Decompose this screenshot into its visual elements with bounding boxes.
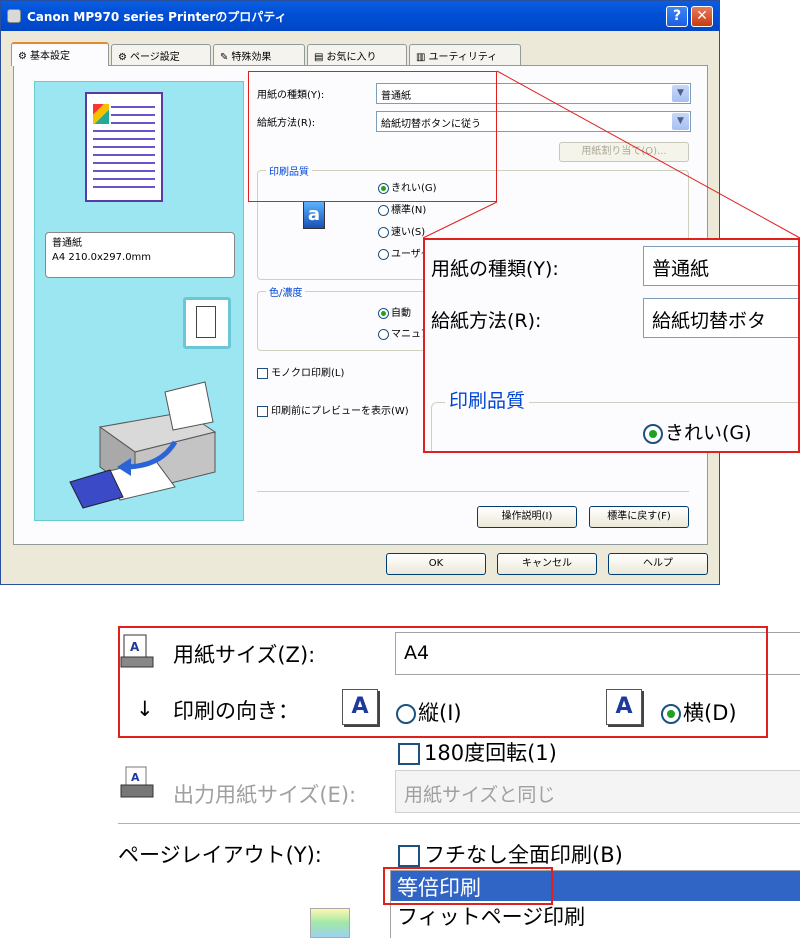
output-size-select[interactable]: 用紙サイズと同じ bbox=[395, 770, 800, 813]
checkbox-icon bbox=[398, 743, 420, 765]
highlight-box bbox=[383, 867, 553, 905]
borderless-checkbox[interactable]: フチなし全面印刷(B) bbox=[398, 839, 623, 869]
divider bbox=[118, 823, 800, 824]
checkbox-icon bbox=[398, 845, 420, 867]
checkbox-label: フチなし全面印刷(B) bbox=[424, 843, 623, 867]
zoom-paper-source-label: 給紙方法(R): bbox=[431, 310, 542, 332]
zoom-media-type-select[interactable]: 普通紙 bbox=[643, 246, 798, 286]
radio-on-icon bbox=[643, 423, 663, 444]
output-size-icon: A bbox=[120, 765, 154, 801]
zoom-quality-high-radio[interactable]: きれい(G) bbox=[643, 418, 752, 445]
zoom-media-type-label: 用紙の種類(Y): bbox=[431, 258, 559, 280]
svg-text:A: A bbox=[131, 771, 140, 784]
zoom-quality-title: 印刷品質 bbox=[445, 386, 530, 413]
list-item[interactable]: フィットページ印刷 bbox=[391, 901, 800, 929]
zoom-callout: 用紙の種類(Y): 普通紙 給紙方法(R): 給紙切替ボタ 印刷品質 きれい(G… bbox=[423, 238, 800, 453]
tab-main-settings[interactable]: ⚙ 基本設定 bbox=[11, 42, 109, 66]
checkbox-label: 180度回転(1) bbox=[424, 741, 557, 765]
highlight-box bbox=[118, 626, 768, 738]
radio-label: きれい(G) bbox=[665, 422, 752, 444]
tab-label: 基本設定 bbox=[29, 51, 70, 62]
rotate-180-checkbox[interactable]: 180度回転(1) bbox=[398, 737, 557, 767]
main-settings-icon: ⚙ bbox=[18, 51, 27, 62]
layout-preview-icon bbox=[310, 908, 350, 938]
page-setup-excerpt: A 用紙サイズ(Z): A4 ↓ 印刷の向き： A 縦(I) A 横(D) 18… bbox=[118, 625, 800, 938]
page-layout-label: ページレイアウト(Y): bbox=[118, 843, 322, 867]
zoom-paper-source-select[interactable]: 給紙切替ボタ bbox=[643, 298, 798, 338]
output-size-label: 出力用紙サイズ(E): bbox=[173, 783, 357, 807]
